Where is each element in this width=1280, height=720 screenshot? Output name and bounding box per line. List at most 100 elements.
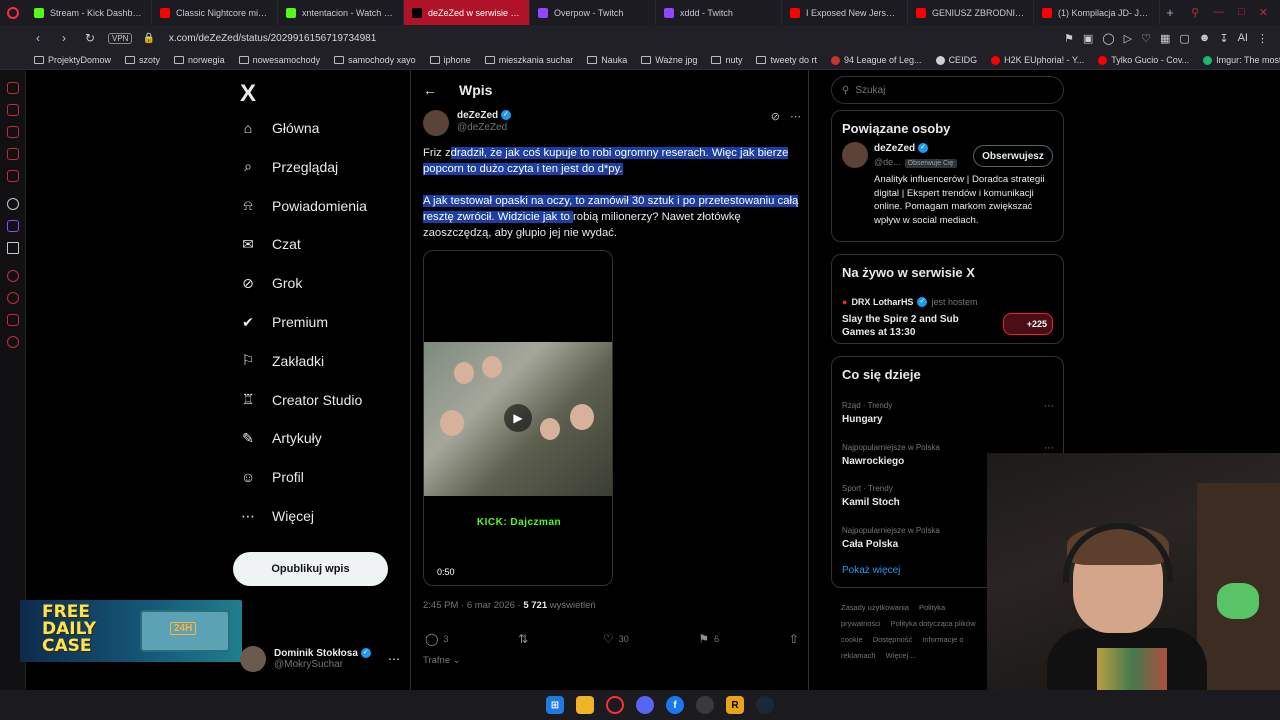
nav-item[interactable]: ⋯ Więcej <box>240 508 314 525</box>
bookmark-item[interactable]: iphone <box>429 55 471 65</box>
free-daily-case-ad[interactable]: 24H FREE DAILY CASE <box>20 600 242 662</box>
footer-link[interactable]: Zasady użytkowania <box>841 603 909 612</box>
like-button[interactable]: ♡ 30 <box>603 632 629 646</box>
bookmark-item[interactable]: mieszkania suchar <box>484 55 573 65</box>
reply-button[interactable]: ◯ 3 <box>425 632 448 646</box>
nav-item[interactable]: ✉ Czat <box>240 236 301 253</box>
bookmark-item[interactable]: nuty <box>711 55 742 65</box>
clock-icon[interactable] <box>7 292 19 304</box>
bookmark-item[interactable]: Ważne jpg <box>641 55 697 65</box>
opera-icon[interactable] <box>606 696 624 714</box>
account-more-icon[interactable]: ⋯ <box>388 652 400 666</box>
bookmark-item[interactable]: 94 League of Leg... <box>830 55 922 65</box>
wallet-icon[interactable] <box>7 126 19 138</box>
following-button[interactable]: Obserwujesz <box>973 145 1053 167</box>
wallet-icon[interactable]: ▢ <box>1179 32 1189 45</box>
browser-tab[interactable]: (1) Kompilacja JD- Jebać <box>1034 0 1160 25</box>
footer-link[interactable]: Dostępność <box>873 635 913 644</box>
nav-item[interactable]: ⌂ Główna <box>240 120 320 136</box>
author-name[interactable]: deZeZed <box>457 110 498 121</box>
reload-button[interactable]: ↻ <box>82 31 98 45</box>
trend-more-icon[interactable]: ⋯ <box>1044 443 1054 454</box>
author-handle[interactable]: @deZeZed <box>457 122 511 133</box>
grok-explain-icon[interactable]: ⊘ <box>771 110 780 136</box>
snapshot-icon[interactable]: ▣ <box>1083 32 1093 45</box>
settings-icon[interactable] <box>7 336 19 348</box>
share-icon[interactable]: ▷ <box>1124 32 1132 45</box>
bookmark-item[interactable]: H2K EUphoria! - Y... <box>991 55 1084 65</box>
history-icon[interactable] <box>7 104 19 116</box>
messenger-icon[interactable] <box>7 82 19 94</box>
bookmark-item[interactable]: Nauka <box>587 55 627 65</box>
camera-icon[interactable]: ◯ <box>1102 32 1114 45</box>
footer-link[interactable]: Więcej ... <box>886 651 917 660</box>
pin-icon[interactable]: ⚑ <box>1064 32 1074 45</box>
show-more-link[interactable]: Pokaż więcej <box>842 565 900 576</box>
twitch-icon[interactable] <box>7 220 19 232</box>
account-switcher[interactable]: Dominik Stokłosa ✓ @MokrySuchar ⋯ <box>240 646 400 672</box>
bookmark-item[interactable]: Tylko Gucio - Cov... <box>1098 55 1189 65</box>
bookmark-item[interactable]: ProjektyDomow <box>34 55 111 65</box>
bookmark-item[interactable]: norwegia <box>174 55 225 65</box>
post-button[interactable]: Opublikuj wpis <box>233 552 388 586</box>
file-explorer-icon[interactable] <box>576 696 594 714</box>
bookmark-item[interactable]: szoty <box>125 55 160 65</box>
vpn-badge[interactable]: VPN <box>108 32 133 44</box>
nav-item[interactable]: ☺ Profil <box>240 469 304 485</box>
back-arrow-icon[interactable]: ← <box>423 82 437 98</box>
browser-tab[interactable]: Classic Nightcore mix - Y <box>152 0 278 25</box>
nav-item[interactable]: ⍾ Powiadomienia <box>240 197 367 214</box>
profile-icon[interactable]: ☻ <box>1199 32 1211 45</box>
download-icon[interactable]: ↧ <box>1219 32 1228 45</box>
facebook-icon[interactable]: f <box>666 696 684 714</box>
maximize-button[interactable]: □ <box>1238 6 1245 19</box>
live-listener-count[interactable]: +225 <box>1003 313 1053 335</box>
x-sidebar-icon[interactable] <box>7 242 19 254</box>
browser-tab[interactable]: I Exposed New Jersey's <box>782 0 908 25</box>
browser-tab[interactable]: Overpow - Twitch <box>530 0 656 25</box>
pinboard-icon[interactable] <box>7 148 19 160</box>
ai-button[interactable]: AI <box>1238 32 1248 45</box>
nav-item[interactable]: ⚐ Zakładki <box>240 352 324 369</box>
trend-item[interactable]: Rząd · Trendy Hungary ⋯ <box>842 401 1054 425</box>
heart-icon[interactable]: ♡ <box>1141 32 1151 45</box>
browser-tab[interactable]: deZeZed w serwisie X: „F <box>404 0 530 25</box>
nav-item[interactable]: ♖ Creator Studio <box>240 391 363 408</box>
browser-tab[interactable]: GENIUSZ ZBRODNI prel <box>908 0 1034 25</box>
bookmark-item[interactable]: tweety do rt <box>756 55 817 65</box>
nav-item[interactable]: ✎ Artykuły <box>240 430 322 447</box>
post-timestamp[interactable]: 2:45 PM · 6 mar 2026 · <box>423 600 523 611</box>
forward-button[interactable]: › <box>56 31 72 45</box>
live-host[interactable]: ● DRX LotharHS ✓ jest hostem <box>842 297 977 307</box>
search-input[interactable]: ⚲ Szukaj <box>831 76 1064 104</box>
rockstar-icon[interactable]: R <box>726 696 744 714</box>
x-logo-icon[interactable]: X <box>240 80 256 108</box>
browser-tab[interactable]: xddd - Twitch <box>656 0 782 25</box>
share-button[interactable]: ⇧ <box>789 632 799 646</box>
nav-item[interactable]: ⌕ Przeglądaj <box>240 158 338 175</box>
bookmark-item[interactable]: Imgur: The most a... <box>1203 55 1280 65</box>
avatar[interactable] <box>423 110 449 136</box>
opera-logo-icon[interactable] <box>0 0 26 25</box>
speed-dial-icon[interactable] <box>7 270 19 282</box>
nav-item[interactable]: ✔ Premium <box>240 314 328 331</box>
menu-icon[interactable]: ⋮ <box>1257 32 1268 45</box>
extensions-sidebar-icon[interactable] <box>7 314 19 326</box>
app-icon[interactable] <box>696 696 714 714</box>
music-icon[interactable] <box>7 170 19 182</box>
browser-tab[interactable]: Stream - Kick Dashboard <box>26 0 152 25</box>
avatar[interactable] <box>842 142 868 168</box>
bookmark-item[interactable]: nowesamochody <box>238 55 320 65</box>
new-tab-button[interactable]: + <box>1160 5 1180 20</box>
trend-more-icon[interactable]: ⋯ <box>1044 401 1054 412</box>
back-button[interactable]: ‹ <box>30 31 46 45</box>
reply-sort-dropdown[interactable]: Trafne ⌄ <box>423 655 461 666</box>
bookmark-item[interactable]: CEIDG <box>935 55 977 65</box>
discord-icon[interactable] <box>636 696 654 714</box>
url-field[interactable]: x.com/deZeZed/status/2029916156719734981 <box>169 33 376 44</box>
bookmark-button[interactable]: ⚑ 6 <box>698 632 719 646</box>
extensions-icon[interactable]: ▦ <box>1160 32 1170 45</box>
search-tabs-icon[interactable]: ⚲ <box>1191 6 1199 19</box>
chatgpt-icon[interactable] <box>7 198 19 210</box>
close-window-button[interactable]: ✕ <box>1259 6 1268 19</box>
